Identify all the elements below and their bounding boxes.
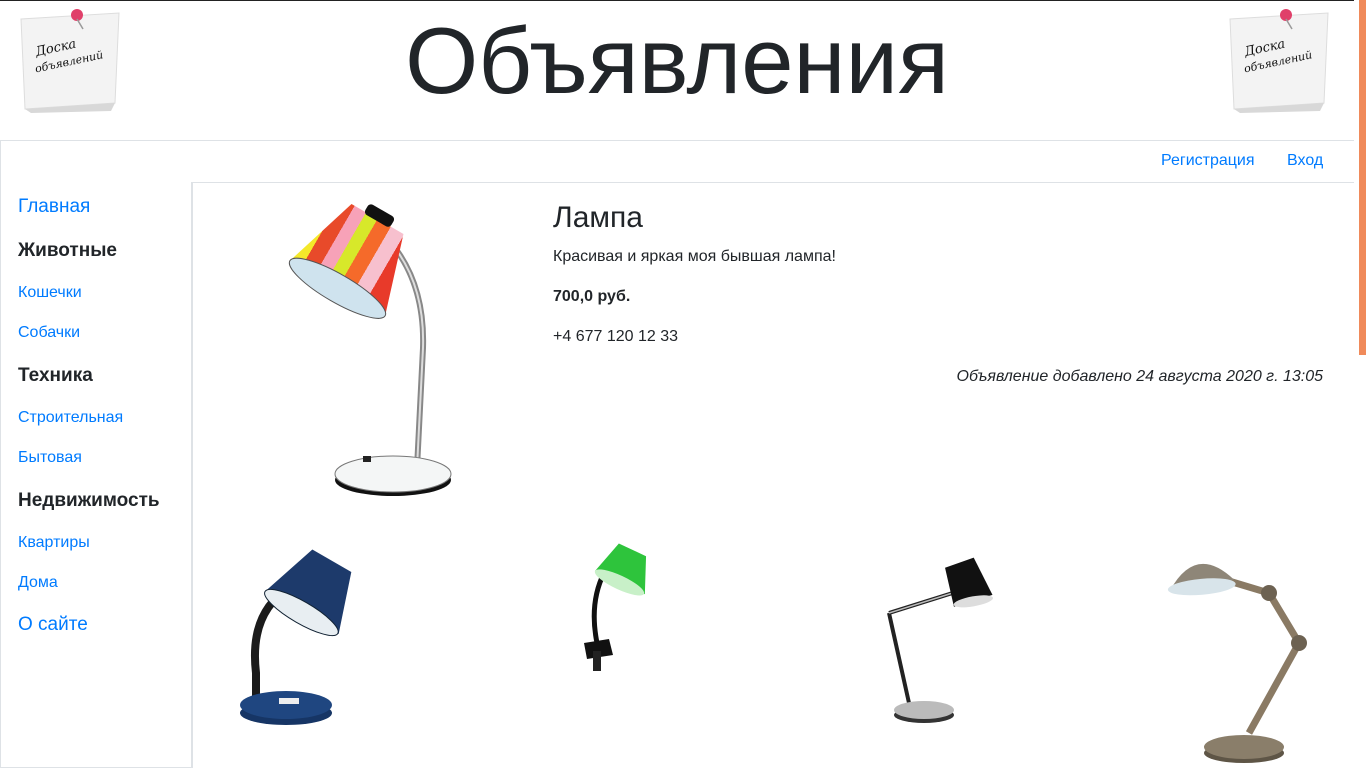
sidebar-item-apartments[interactable]: Квартиры: [18, 534, 90, 552]
ad-thumbnail-bronze-lamp[interactable]: [1159, 543, 1339, 768]
ad-thumbnail-black-lamp[interactable]: [879, 543, 999, 728]
sidebar-item-dogs[interactable]: Собачки: [18, 324, 80, 342]
sidebar-item-houses[interactable]: Дома: [18, 574, 58, 592]
sidebar: Главная Животные Кошечки Собачки Техника…: [0, 182, 193, 768]
sidebar-item-cats[interactable]: Кошечки: [18, 284, 82, 302]
site-header: Доска объявлений Объявления Доска объявл…: [0, 1, 1354, 140]
sidebar-category-realty: Недвижимость: [18, 490, 160, 511]
site-logo-right[interactable]: Доска объявлений: [1224, 5, 1334, 115]
ad-phone: +4 677 120 12 33: [553, 328, 679, 345]
ad-price: 700,0 руб.: [553, 288, 631, 305]
site-title: Объявления: [405, 8, 949, 113]
sidebar-item-household[interactable]: Бытовая: [18, 449, 82, 467]
register-link[interactable]: Регистрация: [1161, 152, 1255, 170]
sidebar-item-home[interactable]: Главная: [18, 196, 90, 218]
ad-description: Красивая и яркая моя бывшая лампа!: [553, 248, 836, 265]
page-scrollbar[interactable]: [1354, 0, 1366, 768]
ad-detail: Лампа Красивая и яркая моя бывшая лампа!…: [194, 183, 1354, 768]
ad-title: Лампа: [553, 201, 643, 234]
ad-main-image[interactable]: [275, 198, 465, 498]
sidebar-item-about[interactable]: О сайте: [18, 614, 88, 636]
scrollbar-thumb[interactable]: [1359, 0, 1366, 355]
ad-date: Объявление добавлено 24 августа 2020 г. …: [956, 368, 1323, 385]
sidebar-item-construction[interactable]: Строительная: [18, 409, 123, 427]
sidebar-category-tech: Техника: [18, 365, 93, 386]
sidebar-category-animals: Животные: [18, 240, 117, 261]
top-navbar: Регистрация Вход: [0, 140, 1354, 183]
ad-thumbnail-blue-lamp[interactable]: [234, 543, 364, 728]
ad-thumbnail-green-lamp[interactable]: [579, 543, 669, 678]
login-link[interactable]: Вход: [1287, 152, 1323, 170]
